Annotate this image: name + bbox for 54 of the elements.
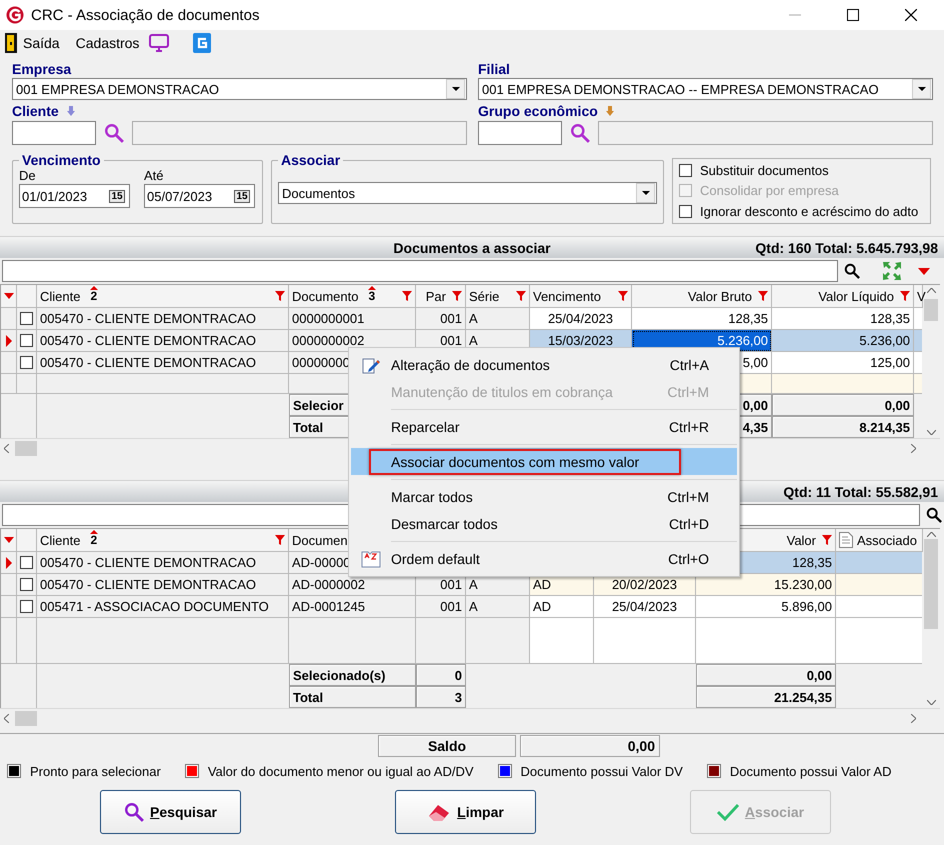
sort-rank: 2 (90, 289, 98, 303)
field-label: De (19, 168, 37, 183)
legend-label: Documento possui Valor DV (520, 764, 683, 778)
table-cell: Total (289, 686, 416, 708)
window-title: CRC - Associação de documentos (31, 6, 260, 24)
table-cell: 5.236,00 (772, 330, 914, 352)
table-cell: 005470 - CLIENTE DEMONTRACAO (37, 352, 289, 374)
sort-rank: 2 (90, 533, 98, 547)
table-cell: A (466, 308, 530, 330)
table-cell: 128,35 (632, 308, 772, 330)
grid-summary: Qtd: 160 Total: 5.645.793,98 (755, 240, 938, 256)
table-cell: 0 (416, 664, 466, 686)
table-cell: 005470 - CLIENTE DEMONTRACAO (37, 574, 289, 596)
table-cell: AD (530, 596, 594, 618)
table-cell: 125,00 (772, 352, 914, 374)
table-cell: 005470 - CLIENTE DEMONTRACAO (37, 330, 289, 352)
grid-title: Documentos a associar (393, 240, 551, 256)
total-label: Saldo (378, 735, 516, 757)
table-cell: AD-0000002 (289, 574, 416, 596)
table-cell: 005470 - CLIENTE DEMONTRACAO (37, 308, 289, 330)
checkbox-label: Consolidar por empresa (700, 183, 839, 198)
table-cell: 005471 - ASSOCIACAO DOCUMENTO (37, 596, 289, 618)
table-cell: 3 (416, 686, 466, 708)
table-cell: 0,00 (696, 664, 836, 686)
field-label: Filial (478, 61, 510, 77)
field-label: Cliente (12, 103, 59, 119)
field-label: Empresa (12, 61, 72, 77)
sort-rank: 3 (368, 289, 376, 303)
table-cell: AD-0001245 (289, 596, 416, 618)
legend-label: Documento possui Valor AD (730, 764, 892, 778)
table-cell: 0,00 (772, 394, 914, 416)
table-cell: 128,35 (772, 308, 914, 330)
field-label: Grupo econômico (478, 103, 598, 119)
table-cell: 001 (416, 596, 466, 618)
group-title: Associar (280, 152, 342, 168)
group-title: Vencimento (21, 152, 102, 168)
table-cell: Selecionado(s) (289, 664, 416, 686)
legend-label: Pronto para selecionar (30, 764, 161, 778)
table-cell: 25/04/2023 (594, 596, 696, 618)
table-cell: 15.230,00 (696, 574, 836, 596)
checkbox-label: Substituir documentos (700, 163, 829, 178)
table-cell: 21.254,35 (696, 686, 836, 708)
table-cell: 0000000001 (289, 308, 416, 330)
grid-summary: Qtd: 11 Total: 55.582,91 (783, 484, 938, 500)
table-cell: 25/04/2023 (530, 308, 632, 330)
table-cell: 001 (416, 308, 466, 330)
legend-label: Valor do documento menor ou igual ao AD/DV (208, 764, 474, 778)
total-value: 0,00 (520, 735, 660, 757)
field-label: Até (144, 168, 165, 183)
table-cell: 5.896,00 (696, 596, 836, 618)
checkbox-label: Ignorar desconto e acréscimo do adto (700, 204, 918, 219)
table-cell: 005470 - CLIENTE DEMONTRACAO (37, 552, 289, 574)
table-cell: A (466, 596, 530, 618)
table-cell: 8.214,35 (772, 416, 914, 438)
